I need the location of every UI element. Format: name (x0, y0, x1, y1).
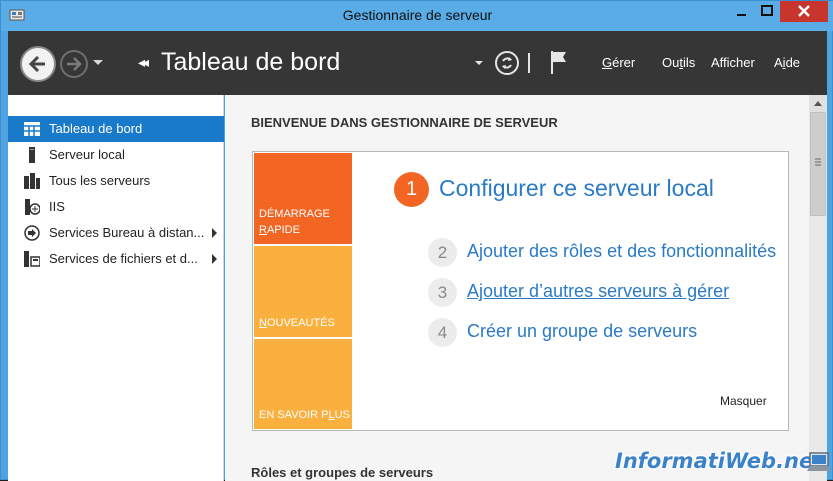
servers-icon (24, 173, 40, 189)
step-1-badge: 1 (394, 172, 429, 207)
menu-help[interactable]: Aide (774, 55, 800, 70)
scroll-thumb[interactable] (810, 112, 826, 216)
breadcrumb-arrows-icon: ◂◂ (138, 55, 149, 71)
title-bar[interactable]: Gestionnaire de serveur (1, 1, 833, 31)
toolbar: ◂◂ Tableau de bord Gérer Outils Afficher… (8, 31, 827, 95)
file-services-icon (24, 251, 40, 267)
dashboard-grid-icon (24, 122, 40, 136)
step-3-badge: 3 (428, 278, 457, 307)
iis-icon (25, 199, 40, 215)
sidebar-item-remote-desktop[interactable]: Services Bureau à distan... (8, 220, 224, 246)
notifications-flag-icon[interactable] (549, 49, 569, 75)
chevron-right-icon[interactable] (211, 254, 218, 264)
sidebar: Tableau de bord Serveur local Tous les s… (8, 95, 224, 481)
configure-local-server-link[interactable]: Configurer ce serveur local (439, 175, 714, 202)
tile-whats-new[interactable]: NOUVEAUTÉS (254, 246, 352, 337)
watermark: InformatiWeb.net (615, 449, 824, 473)
hide-button[interactable]: Masquer (720, 394, 767, 408)
chevron-down-icon[interactable] (474, 60, 484, 67)
server-manager-window: Gestionnaire de serveur ◂◂ Tableau de bo… (0, 0, 833, 481)
sidebar-item-all-servers[interactable]: Tous les serveurs (8, 168, 224, 194)
quick-start-panel: DÉMARRAGE RAPIDE NOUVEAUTÉS EN SAVOIR PL… (252, 151, 789, 431)
maximize-icon (761, 5, 773, 16)
step-2-badge: 2 (428, 238, 457, 267)
back-arrow-icon (28, 55, 45, 73)
server-icon (29, 147, 35, 163)
refresh-button[interactable] (495, 51, 519, 75)
forward-button[interactable] (60, 50, 88, 78)
scroll-up-icon (814, 101, 822, 106)
tile-quick-start[interactable]: DÉMARRAGE RAPIDE (254, 153, 352, 244)
menu-view[interactable]: Afficher (711, 55, 755, 70)
create-server-group-link[interactable]: Créer un groupe de serveurs (467, 321, 697, 342)
close-button[interactable] (780, 1, 828, 22)
sidebar-item-dashboard[interactable]: Tableau de bord (8, 116, 224, 142)
refresh-icon (502, 57, 512, 69)
menu-manage[interactable]: Gérer (602, 55, 635, 70)
sidebar-item-file-services[interactable]: Services de fichiers et d... (8, 246, 224, 272)
welcome-heading: BIENVENUE DANS GESTIONNAIRE DE SERVEUR (251, 115, 558, 130)
window-title: Gestionnaire de serveur (342, 7, 493, 23)
grip-icon (815, 158, 821, 166)
page-title: Tableau de bord (161, 48, 341, 76)
forward-arrow-icon (67, 57, 82, 71)
step-4-badge: 4 (428, 318, 457, 347)
toolbar-separator (528, 53, 530, 73)
remote-desktop-icon (24, 225, 40, 241)
add-servers-link[interactable]: Ajouter d’autres serveurs à gérer (467, 281, 729, 302)
close-icon (798, 5, 810, 17)
minimize-icon (737, 14, 746, 16)
chevron-right-icon[interactable] (211, 228, 218, 238)
add-roles-link[interactable]: Ajouter des rôles et des fonctionnalités (467, 241, 776, 262)
scroll-up-button[interactable] (809, 95, 827, 112)
laptop-logo-icon (807, 452, 831, 471)
sidebar-item-iis[interactable]: IIS (8, 194, 224, 220)
back-button[interactable] (20, 46, 56, 82)
minimize-button[interactable] (728, 1, 754, 22)
sidebar-item-local-server[interactable]: Serveur local (8, 142, 224, 168)
vertical-scrollbar[interactable] (809, 95, 827, 481)
main-content: BIENVENUE DANS GESTIONNAIRE DE SERVEUR D… (225, 95, 809, 481)
roles-heading: Rôles et groupes de serveurs (251, 465, 434, 480)
menu-tools[interactable]: Outils (662, 55, 695, 70)
history-dropdown-icon[interactable] (92, 59, 104, 67)
maximize-button[interactable] (754, 1, 780, 22)
tile-learn-more[interactable]: EN SAVOIR PLUS (254, 339, 352, 429)
